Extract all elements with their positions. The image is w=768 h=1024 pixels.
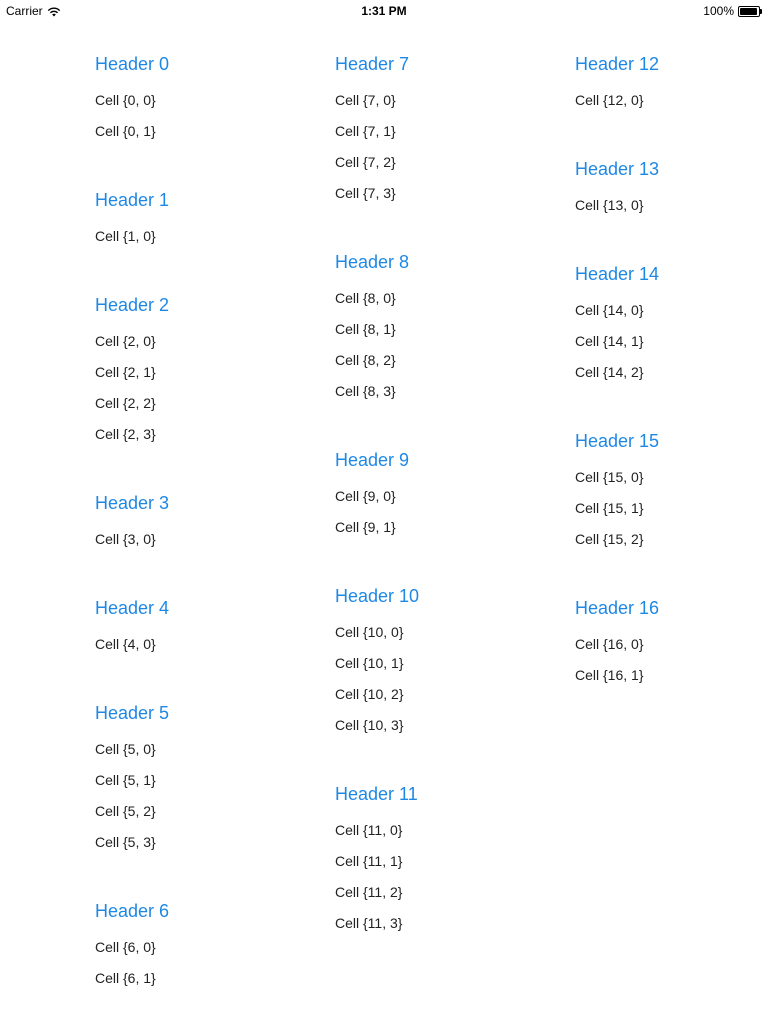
collection-cell[interactable]: Cell {11, 0}	[335, 818, 555, 849]
section: Header 14 Cell {14, 0} Cell {14, 1} Cell {1…	[575, 258, 768, 425]
collection-cell[interactable]: Cell {8, 0}	[335, 286, 555, 317]
column-3: Header 12 Cell {12, 0} Header 13 Cell {13, …	[575, 48, 768, 694]
collection-cell[interactable]: Cell {8, 3}	[335, 379, 555, 410]
collection-cell[interactable]: Cell {9, 0}	[335, 484, 555, 515]
collection-cell[interactable]: Cell {7, 2}	[335, 150, 555, 181]
collection-cell[interactable]: Cell {5, 2}	[95, 799, 315, 830]
collection-cell[interactable]: Cell {10, 3}	[335, 713, 555, 744]
collection-view[interactable]: Header 0 Cell {0, 0} Cell {0, 1} Header 1 Ce…	[0, 0, 768, 1024]
collection-cell[interactable]: Cell {7, 1}	[335, 119, 555, 150]
collection-cell[interactable]: Cell {14, 0}	[575, 298, 768, 329]
collection-cell[interactable]: Cell {11, 2}	[335, 880, 555, 911]
collection-cell[interactable]: Cell {7, 0}	[335, 88, 555, 119]
section-header: Header 7	[335, 54, 410, 74]
collection-cell[interactable]: Cell {10, 1}	[335, 651, 555, 682]
collection-cell[interactable]: Cell {11, 1}	[335, 849, 555, 880]
section: Header 16 Cell {16, 0} Cell {16, 1}	[575, 592, 768, 694]
section: Header 11 Cell {11, 0} Cell {11, 1} Cell {1…	[335, 778, 555, 942]
section-header: Header 15	[575, 431, 660, 451]
collection-cell[interactable]: Cell {6, 0}	[95, 935, 315, 966]
section: Header 0 Cell {0, 0} Cell {0, 1}	[95, 48, 315, 184]
section-header: Header 1	[95, 190, 170, 210]
collection-cell[interactable]: Cell {9, 1}	[335, 515, 555, 546]
collection-cell[interactable]: Cell {5, 3}	[95, 830, 315, 861]
collection-cell[interactable]: Cell {16, 1}	[575, 663, 768, 694]
collection-cell[interactable]: Cell {8, 1}	[335, 317, 555, 348]
section: Header 13 Cell {13, 0}	[575, 153, 768, 258]
collection-cell[interactable]: Cell {1, 0}	[95, 224, 315, 255]
section-header: Header 10	[335, 586, 420, 606]
collection-cell[interactable]: Cell {7, 3}	[335, 181, 555, 212]
section-header: Header 14	[575, 264, 660, 284]
collection-cell[interactable]: Cell {15, 2}	[575, 527, 768, 558]
column-1: Header 0 Cell {0, 0} Cell {0, 1} Header 1 Ce…	[95, 48, 315, 997]
section: Header 1 Cell {1, 0}	[95, 184, 315, 289]
collection-cell[interactable]: Cell {0, 0}	[95, 88, 315, 119]
section-header: Header 13	[575, 159, 660, 179]
collection-cell[interactable]: Cell {10, 2}	[335, 682, 555, 713]
collection-cell[interactable]: Cell {8, 2}	[335, 348, 555, 379]
collection-cell[interactable]: Cell {6, 1}	[95, 966, 315, 997]
section: Header 3 Cell {3, 0}	[95, 487, 315, 592]
section-header: Header 3	[95, 493, 170, 513]
section-header: Header 8	[335, 252, 410, 272]
column-2: Header 7 Cell {7, 0} Cell {7, 1} Cell {7, 2…	[335, 48, 555, 942]
collection-cell[interactable]: Cell {2, 2}	[95, 391, 315, 422]
collection-cell[interactable]: Cell {15, 0}	[575, 465, 768, 496]
section: Header 7 Cell {7, 0} Cell {7, 1} Cell {7, 2…	[335, 48, 555, 246]
collection-cell[interactable]: Cell {2, 3}	[95, 422, 315, 453]
section: Header 4 Cell {4, 0}	[95, 592, 315, 697]
section-header: Header 6	[95, 901, 170, 921]
collection-cell[interactable]: Cell {2, 1}	[95, 360, 315, 391]
collection-cell[interactable]: Cell {4, 0}	[95, 632, 315, 663]
collection-cell[interactable]: Cell {15, 1}	[575, 496, 768, 527]
section-header: Header 4	[95, 598, 170, 618]
section: Header 5 Cell {5, 0} Cell {5, 1} Cell {5, 2…	[95, 697, 315, 895]
section-header: Header 11	[335, 784, 418, 804]
section: Header 2 Cell {2, 0} Cell {2, 1} Cell {2, 2…	[95, 289, 315, 487]
section: Header 8 Cell {8, 0} Cell {8, 1} Cell {8, 2…	[335, 246, 555, 444]
collection-cell[interactable]: Cell {3, 0}	[95, 527, 315, 558]
section-header: Header 5	[95, 703, 170, 723]
collection-cell[interactable]: Cell {12, 0}	[575, 88, 768, 119]
section-header: Header 12	[575, 54, 660, 74]
section-header: Header 16	[575, 598, 660, 618]
section: Header 12 Cell {12, 0}	[575, 48, 768, 153]
section-header: Header 9	[335, 450, 410, 470]
collection-cell[interactable]: Cell {5, 0}	[95, 737, 315, 768]
section: Header 6 Cell {6, 0} Cell {6, 1}	[95, 895, 315, 997]
collection-cell[interactable]: Cell {14, 2}	[575, 360, 768, 391]
collection-cell[interactable]: Cell {13, 0}	[575, 193, 768, 224]
collection-cell[interactable]: Cell {16, 0}	[575, 632, 768, 663]
section-header: Header 0	[95, 54, 170, 74]
section-header: Header 2	[95, 295, 170, 315]
section: Header 15 Cell {15, 0} Cell {15, 1} Cell {1…	[575, 425, 768, 592]
section: Header 9 Cell {9, 0} Cell {9, 1}	[335, 444, 555, 580]
collection-cell[interactable]: Cell {11, 3}	[335, 911, 555, 942]
collection-cell[interactable]: Cell {10, 0}	[335, 620, 555, 651]
collection-cell[interactable]: Cell {0, 1}	[95, 119, 315, 150]
collection-cell[interactable]: Cell {2, 0}	[95, 329, 315, 360]
section: Header 10 Cell {10, 0} Cell {10, 1} Cell {1…	[335, 580, 555, 778]
collection-cell[interactable]: Cell {14, 1}	[575, 329, 768, 360]
collection-cell[interactable]: Cell {5, 1}	[95, 768, 315, 799]
